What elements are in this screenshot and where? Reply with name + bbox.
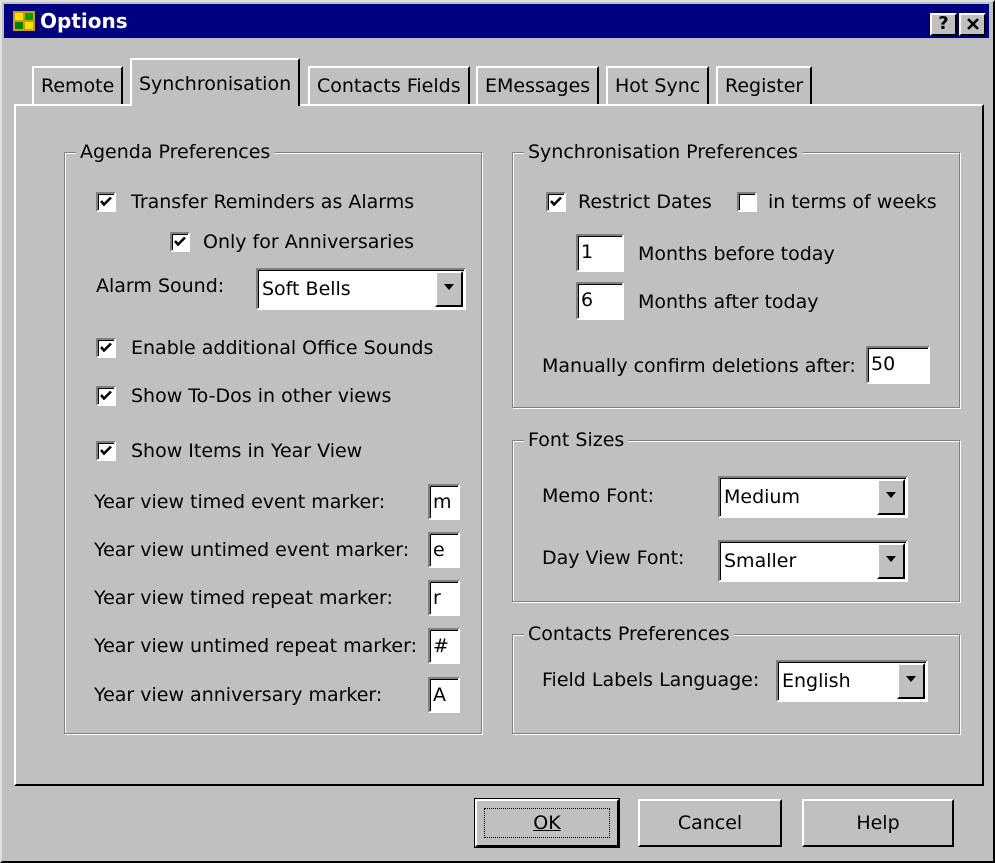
checkmark-icon [174,236,186,247]
months-after-label: Months after today [638,291,819,313]
anniversary-marker-label: Year view anniversary marker: [94,684,383,706]
checkmark-icon [100,445,112,456]
confirm-deletions-label: Manually confirm deletions after: [542,355,856,377]
in-terms-of-weeks-checkbox[interactable] [737,192,757,212]
memo-font-value: Medium [724,486,800,508]
memo-font-select[interactable]: Medium [718,476,908,518]
timed-event-marker-label: Year view timed event marker: [94,491,386,513]
checkmark-icon [100,342,112,353]
months-before-label: Months before today [638,243,835,265]
title-bar[interactable]: Options ? [4,4,989,38]
close-icon [966,18,979,30]
focus-rectangle [484,808,610,838]
ok-button[interactable]: OK [474,798,620,848]
checkmark-icon [550,196,562,207]
field-labels-language-select[interactable]: English [776,660,928,702]
tab-emessages[interactable]: EMessages [476,66,600,104]
office-sounds-checkbox[interactable] [96,338,116,358]
app-icon [12,9,36,33]
show-todos-label: Show To-Dos in other views [131,385,392,407]
day-view-font-dropdown-button[interactable] [877,543,905,579]
untimed-repeat-marker-input[interactable]: # [428,628,460,664]
alarm-sound-dropdown-button[interactable] [435,271,463,307]
chevron-down-icon [444,284,454,290]
untimed-event-marker-label: Year view untimed event marker: [94,539,410,561]
alarm-sound-value: Soft Bells [262,278,351,300]
close-caption-button[interactable] [959,13,986,36]
alarm-sound-select[interactable]: Soft Bells [256,268,466,310]
memo-font-label: Memo Font: [542,485,655,507]
months-before-input[interactable]: 1 [576,234,624,272]
help-button-label: Help [856,812,900,834]
day-view-font-value: Smaller [724,550,797,572]
alarm-sound-label: Alarm Sound: [96,275,225,297]
tab-remote[interactable]: Remote [32,66,124,104]
help-button[interactable]: Help [802,799,954,847]
checkmark-icon [100,196,112,207]
tab-contacts-fields[interactable]: Contacts Fields [308,66,470,104]
restrict-dates-checkbox[interactable] [546,192,566,212]
untimed-event-marker-input[interactable]: e [428,532,460,568]
timed-repeat-marker-input[interactable]: r [428,580,460,616]
agenda-preferences-legend: Agenda Preferences [76,141,275,163]
tab-register[interactable]: Register [716,66,813,104]
help-caption-button[interactable]: ? [930,13,957,36]
chevron-down-icon [886,492,896,498]
tab-hot-sync[interactable]: Hot Sync [606,66,710,104]
chevron-down-icon [886,556,896,562]
cancel-button[interactable]: Cancel [638,799,782,847]
only-anniversaries-checkbox[interactable] [170,232,190,252]
timed-event-marker-input[interactable]: m [428,484,460,520]
untimed-repeat-marker-label: Year view untimed repeat marker: [94,635,417,657]
only-anniversaries-label: Only for Anniversaries [203,231,415,253]
transfer-reminders-checkbox[interactable] [96,192,116,212]
field-labels-language-dropdown-button[interactable] [897,663,925,699]
chevron-down-icon [906,676,916,682]
confirm-deletions-input[interactable]: 50 [866,346,930,384]
cancel-button-label: Cancel [677,812,743,834]
office-sounds-label: Enable additional Office Sounds [131,337,434,359]
months-after-input[interactable]: 6 [576,282,624,320]
show-items-year-checkbox[interactable] [96,441,116,461]
transfer-reminders-label: Transfer Reminders as Alarms [131,191,415,213]
font-sizes-legend: Font Sizes [524,429,629,451]
field-labels-language-value: English [782,670,851,692]
contacts-preferences-legend: Contacts Preferences [524,623,734,645]
show-items-year-label: Show Items in Year View [131,440,363,462]
window-title: Options [40,9,128,33]
day-view-font-label: Day View Font: [542,547,685,569]
show-todos-checkbox[interactable] [96,386,116,406]
sync-preferences-legend: Synchronisation Preferences [524,141,802,163]
field-labels-language-label: Field Labels Language: [542,669,760,691]
day-view-font-select[interactable]: Smaller [718,540,908,582]
tab-synchronisation[interactable]: Synchronisation [130,58,301,106]
restrict-dates-label: Restrict Dates [578,191,712,213]
timed-repeat-marker-label: Year view timed repeat marker: [94,587,393,609]
in-terms-of-weeks-label: in terms of weeks [768,191,937,213]
anniversary-marker-input[interactable]: A [428,677,460,713]
checkmark-icon [100,390,112,401]
memo-font-dropdown-button[interactable] [877,479,905,515]
